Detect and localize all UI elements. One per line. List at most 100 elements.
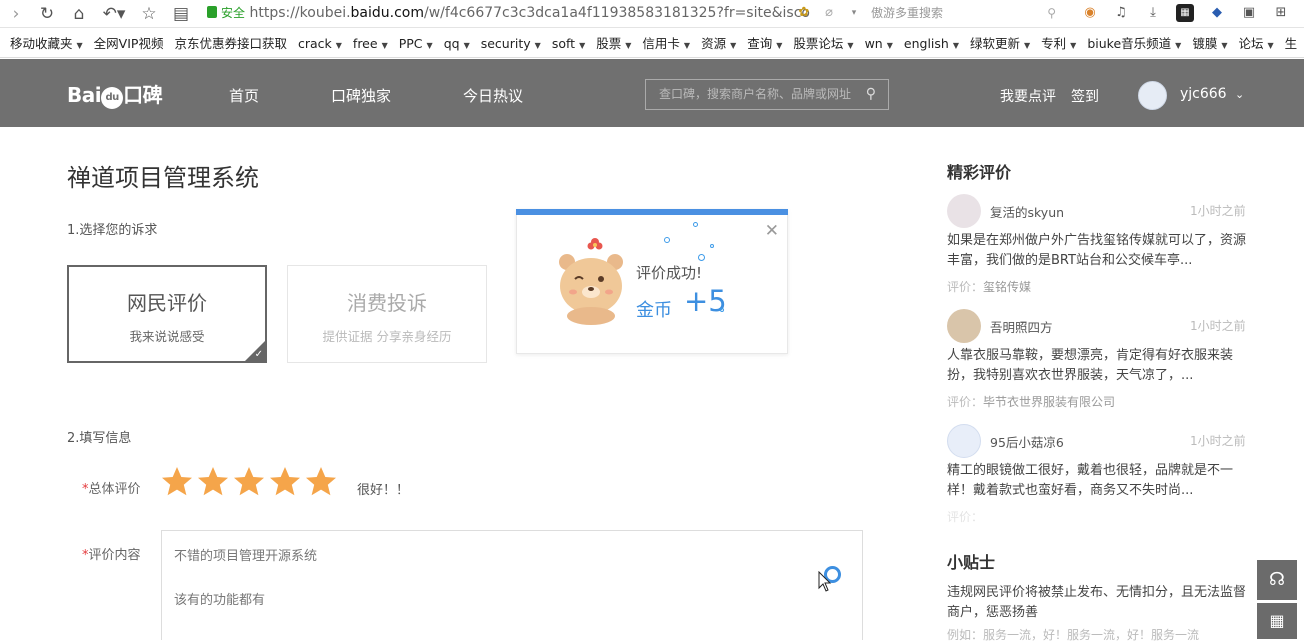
logo-text: Bai <box>67 83 102 107</box>
tips-example: 例如：服务一流，好！服务一流，好！服务一流 <box>947 628 1200 642</box>
choice-netizen-review[interactable]: 网民评价 我来说说感受 ✓ <box>67 265 267 363</box>
avatar[interactable] <box>947 424 981 458</box>
review-text[interactable]: 如果是在郑州做户外广告找玺铭传媒就可以了，资源丰富，我们做的是BRT站台和公交候… <box>947 231 1253 271</box>
bookmark-item[interactable]: 资源 ▼ <box>701 29 737 57</box>
nav-home[interactable]: 首页 <box>229 85 259 106</box>
avatar[interactable] <box>947 194 981 228</box>
sign-in-link[interactable]: 签到 <box>1071 86 1099 106</box>
star-icon[interactable] <box>269 466 301 498</box>
bookmark-item[interactable]: 全网VIP视频 <box>93 29 164 57</box>
leaf-icon[interactable]: ⌀ <box>820 4 838 22</box>
star-icon[interactable]: ☆ <box>138 3 160 25</box>
chevron-down-icon: ▼ <box>579 41 586 50</box>
download-icon[interactable]: ⤓ <box>1144 4 1162 22</box>
bookmark-item[interactable]: PPC ▼ <box>398 29 433 57</box>
bookmark-item[interactable]: 股票 ▼ <box>596 29 631 57</box>
review-business[interactable]: 评价：玺铭传媒 <box>947 278 1031 295</box>
star-icon[interactable] <box>161 466 193 498</box>
bookmark-label: 查询 <box>747 36 773 51</box>
reader-icon[interactable]: ▤ <box>170 3 192 25</box>
screenshot-icon[interactable]: ▣ <box>1240 4 1258 22</box>
bookmark-item[interactable]: crack ▼ <box>298 29 342 57</box>
bookmark-item[interactable]: biuke音乐频道 ▼ <box>1087 29 1181 57</box>
bookmark-label: biuke音乐频道 <box>1087 36 1172 51</box>
chevron-down-icon: ▼ <box>730 41 737 50</box>
bookmark-label: soft <box>551 36 576 51</box>
search-icon[interactable]: ⚲ <box>866 80 876 109</box>
baidu-koubei-logo[interactable]: Bai du 口碑 <box>67 79 163 109</box>
chevron-down-icon[interactable]: ▾ <box>845 4 863 22</box>
undo-icon[interactable]: ↶▾ <box>99 3 129 25</box>
review-user[interactable]: 95后小菇凉6 <box>990 432 1064 451</box>
chevron-down-icon: ▼ <box>335 41 342 50</box>
review-time: 1小时之前 <box>1190 434 1246 448</box>
header-search-placeholder: 查口碑，搜索商户名称、品牌或网址 <box>659 87 852 101</box>
bookmark-item[interactable]: 信用卡 ▼ <box>642 29 690 57</box>
tips-text: 违规网民评价将被禁止发布、无情扣分，且无法监督商户，惩恶扬善 <box>947 585 1247 620</box>
bookmark-item[interactable]: english ▼ <box>904 29 959 57</box>
bookmark-item[interactable]: 移动收藏夹 ▼ <box>10 29 83 57</box>
bookmark-item[interactable]: 生 <box>1285 29 1298 57</box>
extension-icon[interactable]: ◉ <box>1081 4 1099 22</box>
extension-icon[interactable]: ◆ <box>1208 4 1226 22</box>
bookmark-item[interactable]: 专利 ▼ <box>1041 29 1076 57</box>
review-business-key: 评价： <box>947 510 984 524</box>
review-time: 1小时之前 <box>1190 319 1246 333</box>
review-text[interactable]: 人靠衣服马靠鞍，要想漂亮，肯定得有好衣服来装扮，我特别喜欢衣世界服装，天气凉了，… <box>947 346 1253 386</box>
star-icon[interactable] <box>305 466 337 498</box>
bookmark-item[interactable]: 绿软更新 ▼ <box>969 29 1030 57</box>
extension-icon[interactable]: ♫ <box>1112 4 1130 22</box>
bookmark-item[interactable]: wn ▼ <box>864 29 893 57</box>
bookmark-item[interactable]: soft ▼ <box>551 29 586 57</box>
home-icon[interactable]: ⌂ <box>68 3 90 25</box>
bookmark-label: wn <box>864 36 883 51</box>
username-menu[interactable]: yjc666 ⌄ <box>1180 86 1244 102</box>
apps-icon[interactable]: ⊞ <box>1272 4 1290 22</box>
choice-complaint[interactable]: 消费投诉 提供证据 分享亲身经历 <box>287 265 487 363</box>
avatar[interactable] <box>947 309 981 343</box>
nav-exclusive[interactable]: 口碑独家 <box>331 85 391 106</box>
review-content-textarea[interactable]: 不错的项目管理开源系统 该有的功能都有 <box>161 530 863 640</box>
bookmark-item[interactable]: 查询 ▼ <box>747 29 782 57</box>
qr-code-icon[interactable]: ▦ <box>1176 4 1194 22</box>
bookmark-label: 绿软更新 <box>969 36 1020 51</box>
address-bar[interactable]: 安全 https://koubei.baidu.com/w/f4c6677c3c… <box>207 2 863 24</box>
search-icon[interactable]: ⚲ <box>1047 3 1056 23</box>
review-business[interactable]: 评价： <box>947 508 983 525</box>
star-icon[interactable] <box>197 466 229 498</box>
bookmark-item[interactable]: free ▼ <box>353 29 388 57</box>
bookmark-label: PPC <box>398 36 423 51</box>
bookmark-item[interactable]: 镀膜 ▼ <box>1192 29 1227 57</box>
search-engine-input[interactable]: 傲游多重搜索 ⚲ <box>865 3 1060 23</box>
close-icon[interactable]: ✕ <box>765 223 779 240</box>
headset-icon[interactable]: ☊ <box>1257 560 1297 600</box>
site-header: Bai du 口碑 首页 口碑独家 今日热议 查口碑，搜索商户名称、品牌或网址 ⚲ … <box>0 59 1304 127</box>
bookmark-item[interactable]: security ▼ <box>481 29 541 57</box>
review-business[interactable]: 评价：毕节衣世界服装有限公司 <box>947 393 1115 410</box>
review-user[interactable]: 吾明照四方 <box>990 317 1053 336</box>
header-search-input[interactable]: 查口碑，搜索商户名称、品牌或网址 ⚲ <box>645 79 889 110</box>
bubble-decoration <box>693 222 698 227</box>
bee-icon[interactable]: ✿ <box>795 4 813 22</box>
review-text[interactable]: 精工的眼镜做工很好，戴着也很轻，品牌就是不一样！戴着款式也蛮好看，商务又不失时尚… <box>947 461 1253 501</box>
browser-toolbar: › ↻ ⌂ ↶▾ ☆ ▤ 安全 https://koubei.baidu.com… <box>0 0 1304 28</box>
refresh-icon[interactable]: ↻ <box>36 3 58 25</box>
qr-code-icon[interactable]: ▦ <box>1257 603 1297 639</box>
check-icon: ✓ <box>254 349 263 360</box>
bookmark-item[interactable]: 股票论坛 ▼ <box>793 29 854 57</box>
review-user[interactable]: 复活的skyun <box>990 202 1064 221</box>
chevron-down-icon: ▼ <box>463 41 470 50</box>
bubble-decoration <box>710 244 714 248</box>
reviews-title: 精彩评价 <box>947 163 1012 182</box>
avatar[interactable] <box>1138 81 1167 110</box>
bookmark-label: 全网VIP视频 <box>93 36 164 51</box>
star-icon[interactable] <box>233 466 265 498</box>
bookmark-item[interactable]: 京东优惠券接口获取 <box>174 29 287 57</box>
bookmark-item[interactable]: qq ▼ <box>444 29 470 57</box>
chevron-down-icon: ▼ <box>426 41 433 50</box>
nav-hot-topics[interactable]: 今日热议 <box>463 85 523 106</box>
chevron-down-icon: ▼ <box>847 41 854 50</box>
forward-icon[interactable]: › <box>5 3 27 25</box>
write-review-link[interactable]: 我要点评 <box>1000 86 1056 106</box>
bookmark-item[interactable]: 论坛 ▼ <box>1238 29 1273 57</box>
